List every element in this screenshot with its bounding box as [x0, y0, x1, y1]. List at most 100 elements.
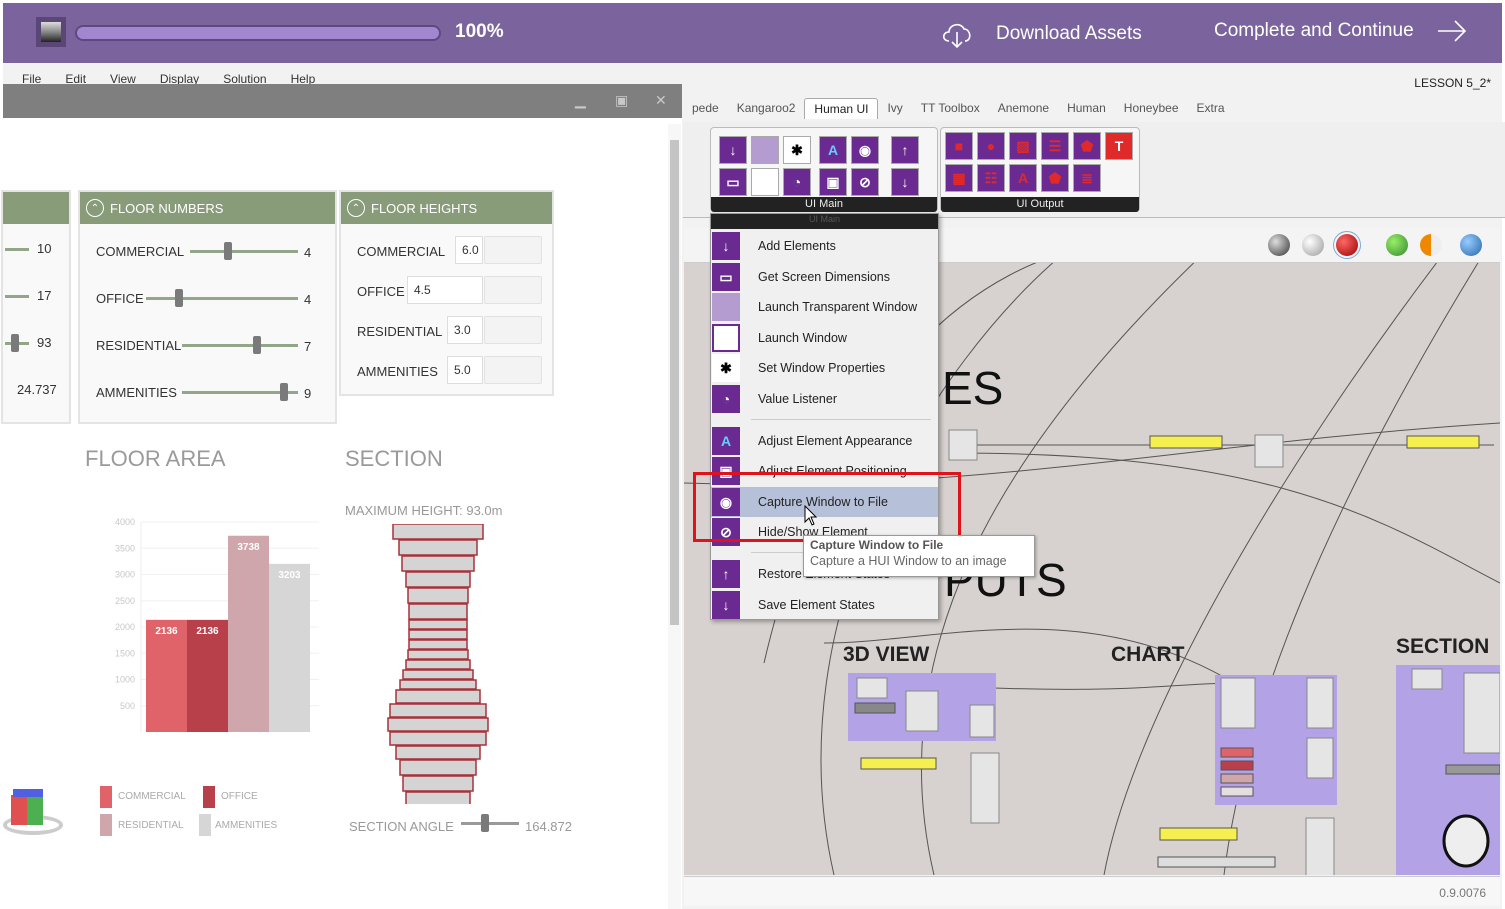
- monitor-icon[interactable]: ▭: [719, 168, 747, 196]
- window-icon[interactable]: [751, 168, 779, 196]
- download-assets-button[interactable]: Download Assets: [940, 19, 1142, 49]
- menu-item-get-screen-dimensions[interactable]: ▭ Get Screen Dimensions: [711, 262, 938, 292]
- section-angle-value: 164.872: [525, 819, 572, 834]
- course-progress-bar: 100% Download Assets Complete and Contin…: [3, 3, 1502, 63]
- checklist-icon[interactable]: ☷: [977, 164, 1005, 192]
- course-logo[interactable]: [36, 17, 66, 47]
- tab-anemone[interactable]: Anemone: [989, 98, 1058, 119]
- floor-plate: [392, 524, 484, 540]
- add-elements-icon[interactable]: ↓: [719, 136, 747, 164]
- vertical-scrollbar[interactable]: [668, 124, 681, 909]
- slider-thumb[interactable]: [280, 383, 289, 401]
- floor-number-slider[interactable]: [146, 297, 298, 300]
- text-block-icon[interactable]: ≣: [1073, 164, 1101, 192]
- slider-thumb[interactable]: [11, 334, 19, 352]
- residential-height-input[interactable]: 3.0: [447, 316, 483, 344]
- label-icon[interactable]: A: [1009, 164, 1037, 192]
- shaded-preview-icon[interactable]: [1333, 231, 1361, 259]
- text-icon[interactable]: T: [1105, 132, 1133, 160]
- shapes-icon[interactable]: ⬟: [1073, 132, 1101, 160]
- y-tick-label: 4000: [115, 517, 135, 527]
- maximize-icon[interactable]: ▣: [615, 92, 628, 109]
- window-properties-icon[interactable]: ✱: [783, 136, 811, 164]
- partial-panel: 10 17 93 24.737: [1, 190, 71, 424]
- listener-icon[interactable]: ◔: [783, 168, 811, 196]
- floor-plate: [405, 571, 471, 588]
- floor-number-slider[interactable]: [182, 344, 298, 347]
- menu-item-value-listener[interactable]: ◔ Value Listener: [711, 384, 938, 414]
- monitor-icon: ▭: [712, 263, 740, 291]
- arrow-up-icon: ↑: [712, 560, 740, 588]
- 3d-view-icon[interactable]: ■: [945, 132, 973, 160]
- 3d-view-interactive-icon[interactable]: ●: [977, 132, 1005, 160]
- tab-pede[interactable]: pede: [683, 98, 728, 119]
- display-mode-icon[interactable]: [1460, 234, 1482, 256]
- menu-item-add-elements[interactable]: ↓ Add Elements: [711, 231, 938, 261]
- group-label-3d-view: 3D VIEW: [843, 643, 930, 666]
- preview-off-icon[interactable]: [1268, 234, 1290, 256]
- section-angle-slider[interactable]: [461, 822, 519, 825]
- menu-item-adjust-element-appearance[interactable]: A Adjust Element Appearance: [711, 426, 938, 456]
- positioning-icon[interactable]: ▣: [819, 168, 847, 196]
- close-icon[interactable]: ✕: [655, 92, 667, 109]
- pentagon-icon[interactable]: ⬟: [1041, 164, 1069, 192]
- bar-value-label: 3203: [278, 570, 301, 581]
- menu-item-launch-window[interactable]: Launch Window: [711, 323, 938, 353]
- menu-item-launch-transparent-window[interactable]: Launch Transparent Window: [711, 292, 938, 322]
- floor-plate: [402, 669, 474, 680]
- save-states-icon[interactable]: ↓: [891, 168, 919, 196]
- tab-kangaroo2[interactable]: Kangaroo2: [728, 98, 805, 119]
- camera-icon[interactable]: ◉: [851, 136, 879, 164]
- y-tick-label: 2000: [115, 622, 135, 632]
- wireframe-preview-icon[interactable]: [1302, 234, 1324, 256]
- floor-plate: [405, 659, 471, 670]
- office-height-input[interactable]: 4.5: [407, 276, 483, 304]
- highlight-annotation-box: [693, 472, 961, 542]
- tab-extra[interactable]: Extra: [1188, 98, 1234, 119]
- ammenities-height-input[interactable]: 5.0: [447, 356, 483, 384]
- menu-item-save-element-states[interactable]: ↓ Save Element States: [711, 590, 938, 620]
- tab-human-ui[interactable]: Human UI: [804, 98, 879, 119]
- section-angle-thumb[interactable]: [481, 814, 489, 832]
- floor-number-value: 7: [304, 339, 312, 354]
- 3d-view-cube-icon[interactable]: [3, 789, 63, 835]
- height-label: AMMENITIES: [357, 364, 438, 379]
- complete-continue-button[interactable]: Complete and Continue: [1214, 19, 1468, 43]
- status-bar: 0.9.0076: [684, 876, 1500, 906]
- commercial-height-input[interactable]: 6.0: [455, 236, 483, 264]
- tab-tt-toolbox[interactable]: TT Toolbox: [912, 98, 989, 119]
- collapse-icon[interactable]: ⌃: [86, 199, 104, 217]
- cube-icon[interactable]: ▦: [945, 164, 973, 192]
- partial-value: 93: [37, 335, 52, 350]
- slider-thumb[interactable]: [175, 289, 184, 307]
- floor-heights-header[interactable]: ⌃ FLOOR HEIGHTS: [341, 192, 552, 224]
- selected-only-icon[interactable]: [1386, 234, 1408, 256]
- minimize-icon[interactable]: ▁: [575, 92, 586, 109]
- list-icon[interactable]: ☰: [1041, 132, 1069, 160]
- hide-eye-icon[interactable]: ⊘: [851, 168, 879, 196]
- preview-settings-icon[interactable]: [1420, 234, 1442, 256]
- floor-numbers-panel: ⌃ FLOOR NUMBERS COMMERCIAL 4 OFFICE 4 RESIDEN…: [78, 190, 337, 424]
- tab-human[interactable]: Human: [1058, 98, 1115, 119]
- appearance-icon[interactable]: A: [819, 136, 847, 164]
- transparent-window-icon[interactable]: [751, 136, 779, 164]
- floor-number-slider[interactable]: [190, 250, 298, 253]
- restore-states-icon[interactable]: ↑: [891, 136, 919, 164]
- tab-honeybee[interactable]: Honeybee: [1115, 98, 1188, 119]
- download-assets-label: Download Assets: [996, 23, 1142, 44]
- tab-ivy[interactable]: Ivy: [878, 98, 911, 119]
- image-icon[interactable]: ▨: [1009, 132, 1037, 160]
- floor-plate: [389, 703, 487, 718]
- menu-item-set-window-properties[interactable]: ✱ Set Window Properties: [711, 353, 938, 383]
- slider-thumb[interactable]: [253, 336, 262, 354]
- slider-thumb[interactable]: [223, 242, 232, 260]
- ribbon-group-label: UI Output: [941, 197, 1139, 212]
- collapse-icon[interactable]: ⌃: [347, 199, 365, 217]
- floor-plate: [399, 759, 477, 776]
- floor-numbers-header[interactable]: ⌃ FLOOR NUMBERS: [80, 192, 335, 224]
- ribbon-group-ui-main: ↓ ✱ ▭ ◔ A ◉ ▣ ⊘ ↑ ↓ UI Main: [710, 127, 938, 212]
- scrollbar-thumb[interactable]: [670, 140, 679, 625]
- y-tick-label: 3000: [115, 570, 135, 580]
- hui-titlebar[interactable]: ▁ ▣ ✕: [3, 84, 682, 118]
- bar-value-label: 2136: [196, 626, 219, 637]
